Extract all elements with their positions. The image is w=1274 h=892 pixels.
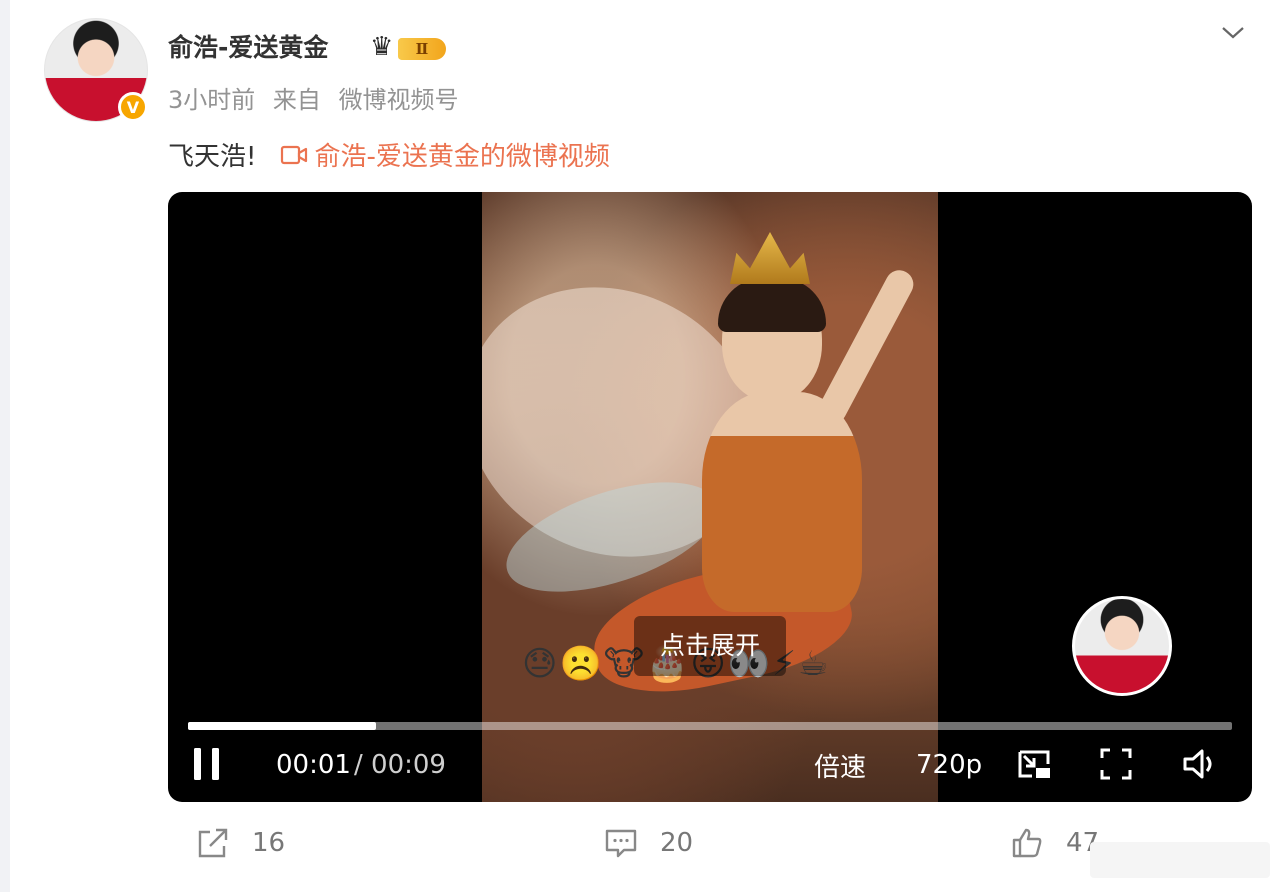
quality-button[interactable]: 720p: [916, 742, 982, 788]
comment-count: 20: [660, 828, 694, 858]
current-time: 00:01: [276, 750, 351, 780]
post-source[interactable]: 微博视频号: [339, 86, 459, 114]
comment-icon: [605, 829, 637, 858]
fullscreen-icon[interactable]: [1096, 744, 1136, 784]
repost-button[interactable]: 16: [196, 820, 285, 866]
video-link[interactable]: 俞浩-爱送黄金的微博视频: [280, 136, 610, 173]
blurred-overlay: [1090, 842, 1270, 878]
chevron-down-icon[interactable]: [1218, 18, 1248, 48]
comment-button[interactable]: 20: [604, 820, 693, 866]
verified-badge-icon: V: [118, 92, 148, 122]
speed-button[interactable]: 倍速: [814, 742, 866, 788]
post-meta: 3小时前 来自 微博视频号: [168, 80, 469, 115]
post-time[interactable]: 3小时前: [168, 86, 255, 114]
author-name[interactable]: 俞浩-爱送黄金: [168, 28, 328, 64]
post-text: 飞天浩!: [168, 142, 257, 172]
source-prefix: 来自: [272, 86, 321, 114]
vip-badge[interactable]: ♛ Ⅱ: [370, 32, 448, 62]
progress-bar[interactable]: [188, 722, 1232, 730]
progress-fill: [188, 722, 376, 730]
floating-author-avatar[interactable]: [1072, 596, 1172, 696]
video-player[interactable]: 😓☹️🐮🎂😝👀⚡☕ 点击展开 00:01 / 00:09 倍速 720p: [168, 192, 1252, 802]
video-frame: [482, 192, 938, 802]
volume-icon[interactable]: [1180, 744, 1220, 784]
pause-icon[interactable]: [188, 744, 228, 784]
repost-count: 16: [252, 828, 286, 858]
total-time: / 00:09: [354, 750, 446, 780]
picture-in-picture-icon[interactable]: [1014, 744, 1054, 784]
thumbs-up-icon: [1012, 828, 1042, 858]
like-button[interactable]: 47: [1010, 820, 1099, 866]
repost-icon: [198, 828, 228, 858]
post-content: 飞天浩! 俞浩-爱送黄金的微博视频: [168, 136, 610, 173]
video-link-label: 俞浩-爱送黄金的微博视频: [314, 142, 610, 172]
video-camera-icon: [281, 145, 308, 164]
expand-overlay-button[interactable]: 点击展开: [634, 616, 786, 676]
weibo-post-card: V 俞浩-爱送黄金 ♛ Ⅱ 3小时前 来自 微博视频号 飞天浩! 俞浩-爱送黄金…: [10, 0, 1274, 892]
vip-level: Ⅱ: [398, 38, 446, 60]
